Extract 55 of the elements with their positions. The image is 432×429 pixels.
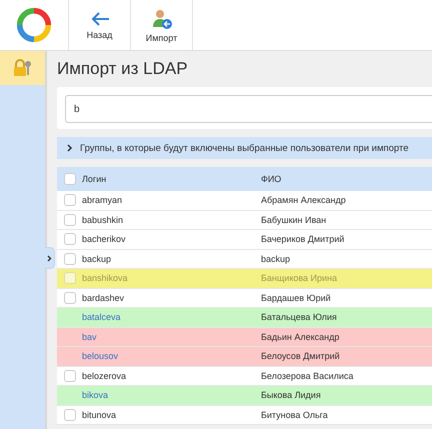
name-cell: Батальцева Юлия: [261, 312, 337, 322]
table-row[interactable]: belozerova Белозерова Василиса: [57, 366, 432, 386]
column-header: ФИО: [261, 174, 282, 184]
name-cell: backup: [261, 254, 290, 264]
login-cell-text: bacherikov: [82, 234, 127, 244]
groups-expander[interactable]: Группы, в которые будут включены выбранные пользователи при импорте: [57, 137, 432, 159]
chevron-icon: [67, 144, 73, 152]
row-checkbox[interactable]: [64, 408, 76, 421]
row-checkbox[interactable]: [64, 252, 76, 265]
select-all-checkbox[interactable]: [64, 173, 76, 185]
login-cell-text: bitunova: [82, 410, 118, 420]
table-row[interactable]: batalceva Батальцева Юлия: [57, 308, 432, 328]
logo-icon: [15, 6, 53, 44]
row-checkbox[interactable]: [64, 194, 76, 206]
row-checkbox[interactable]: [64, 233, 76, 246]
table-row[interactable]: bitunova Битунова Ольга: [57, 406, 432, 425]
page-title: Импорт из LDAP: [57, 58, 189, 80]
expand-sidebar-tab[interactable]: [45, 247, 55, 269]
search-field[interactable]: b: [65, 95, 432, 123]
login-cell-text: abramyan: [82, 195, 124, 206]
name-cell: Бабушкин Иван: [261, 214, 326, 225]
name-cell: Банщикова Ирина: [261, 273, 338, 284]
name-cell: Бадьин Александр: [261, 332, 340, 342]
lock-key-icon: [12, 59, 32, 77]
table-row[interactable]: belousov Белоусов Дмитрий: [57, 347, 432, 366]
user-import-icon: [150, 8, 172, 30]
back-arrow-icon: [90, 10, 110, 26]
login-cell-text: babushkin: [82, 214, 124, 225]
name-cell: Битунова Ольга: [261, 410, 328, 420]
sidebar-item[interactable]: [0, 51, 45, 85]
column-header: Логин: [82, 174, 108, 184]
row-checkbox[interactable]: [64, 272, 76, 284]
login-cell-text: banshikova: [82, 273, 129, 284]
table-row[interactable]: babushkin Бабушкин Иван: [57, 210, 432, 230]
table-row[interactable]: bikova Быкова Лидия: [57, 386, 432, 406]
chevron-right-icon: [47, 254, 52, 262]
row-checkbox[interactable]: [64, 292, 76, 304]
login-link[interactable]: batalceva: [82, 312, 261, 322]
row-checkbox[interactable]: [64, 370, 76, 382]
table-row[interactable]: bav Бадьин Александр: [57, 328, 432, 347]
login-cell-text: belozerova: [82, 370, 128, 381]
table-row[interactable]: bacherikov Бачериков Дмитрий: [57, 230, 432, 250]
row-checkbox[interactable]: [64, 214, 76, 226]
name-cell: Бачериков Дмитрий: [261, 234, 344, 244]
login-cell-text: bardashev: [82, 292, 126, 303]
login-link[interactable]: bikova: [82, 390, 261, 400]
name-cell: Бардашев Юрий: [261, 292, 331, 303]
login-cell-text: backup: [82, 254, 112, 264]
table-row[interactable]: abramyan Абрамян Александр: [57, 191, 432, 210]
table-row[interactable]: bardashev Бардашев Юрий: [57, 288, 432, 308]
name-cell: Абрамян Александр: [261, 195, 346, 206]
name-cell: Белоусов Дмитрий: [261, 351, 340, 362]
table-row[interactable]: backup backup: [57, 250, 432, 269]
name-cell: Быкова Лидия: [261, 390, 321, 400]
name-cell: Белозерова Василиса: [261, 370, 354, 381]
